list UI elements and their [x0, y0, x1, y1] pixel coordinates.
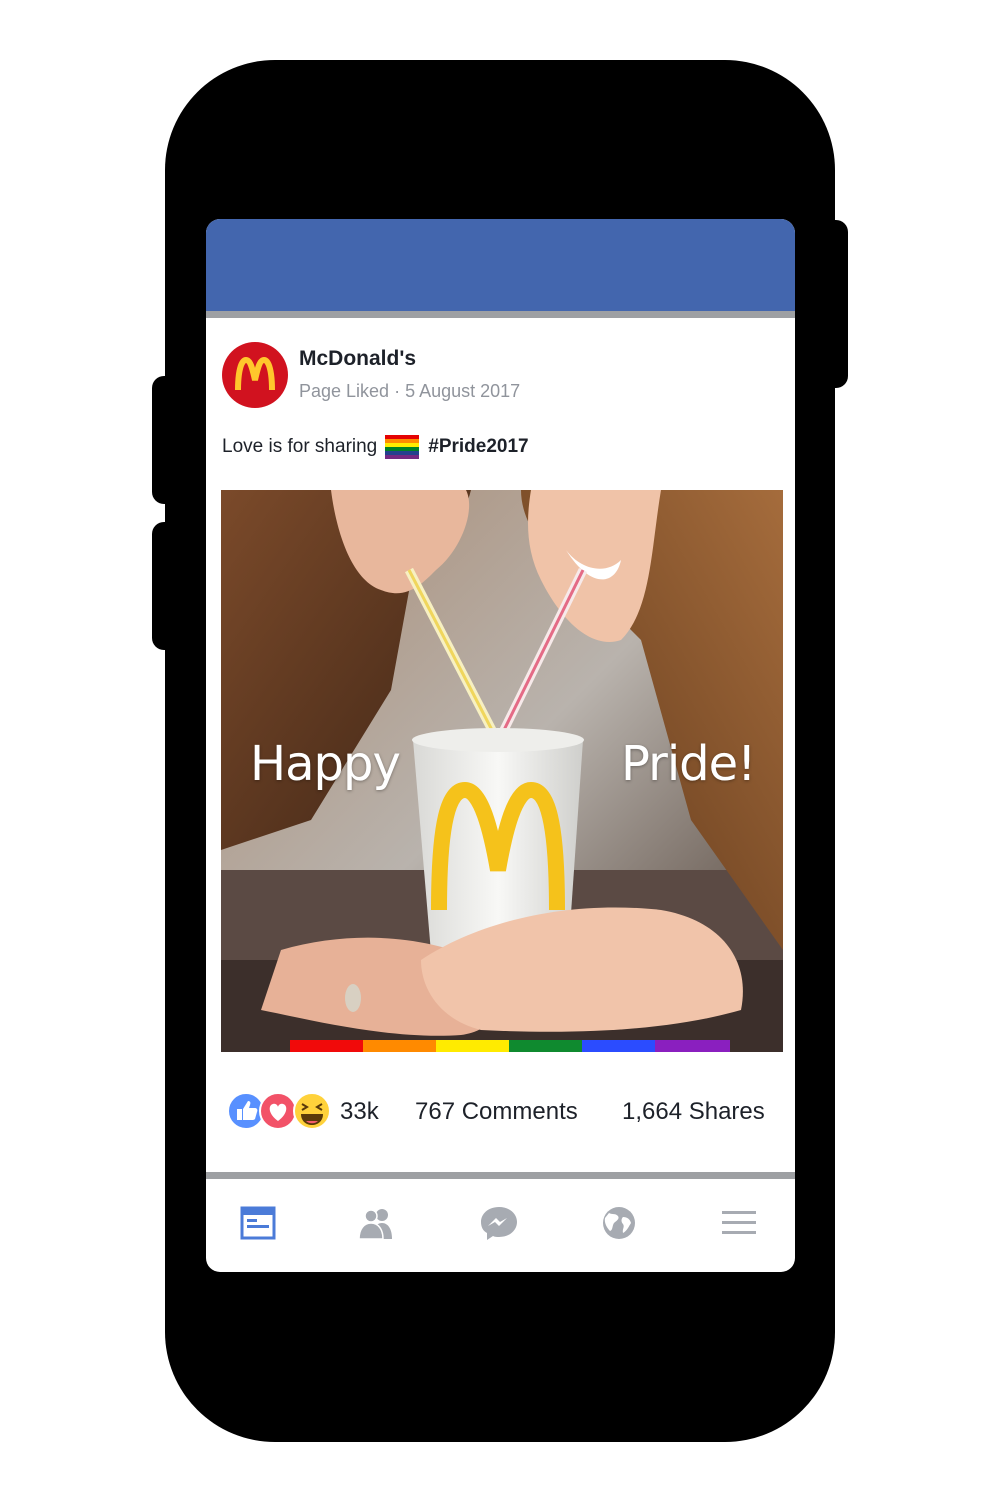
reaction-summary[interactable]: [227, 1091, 334, 1131]
post-meta: Page Liked · 5 August 2017: [299, 381, 521, 401]
hashtag-link[interactable]: #Pride2017: [428, 436, 528, 458]
globe-icon[interactable]: [599, 1205, 639, 1241]
page-name-link[interactable]: McDonald's: [299, 347, 416, 371]
volume-up-button: [152, 376, 180, 504]
phone-screen: McDonald's Page Liked · 5 August 2017 Lo…: [206, 219, 795, 1272]
post-caption: Love is for sharing #Pride2017: [222, 435, 529, 459]
shares-count-link[interactable]: 1,664 Shares: [622, 1098, 765, 1126]
rainbow-flag-icon: [385, 435, 420, 459]
haha-reaction-icon: [293, 1092, 331, 1130]
divider: [206, 311, 795, 318]
photo-overlay-happy: Happy: [250, 736, 401, 792]
power-button: [820, 220, 848, 388]
volume-down-button: [152, 522, 180, 650]
facebook-header-bar: [206, 219, 795, 311]
reaction-count[interactable]: 33k: [340, 1098, 379, 1126]
love-reaction-icon: [259, 1092, 297, 1130]
friends-icon[interactable]: [357, 1205, 397, 1241]
post-photo[interactable]: Happy Pride!: [221, 490, 783, 1052]
comments-count-link[interactable]: 767 Comments: [415, 1098, 578, 1126]
divider: [206, 1172, 795, 1179]
photo-overlay-pride: Pride!: [621, 736, 756, 792]
like-reaction-icon: [227, 1092, 265, 1130]
post-stats: 33k 767 Comments 1,664 Shares: [227, 1091, 778, 1131]
news-feed-icon[interactable]: [239, 1205, 279, 1241]
messenger-icon[interactable]: [479, 1205, 519, 1241]
menu-icon[interactable]: [719, 1205, 759, 1241]
caption-text: Love is for sharing: [222, 436, 378, 457]
mcdonalds-logo-avatar[interactable]: [222, 342, 288, 408]
